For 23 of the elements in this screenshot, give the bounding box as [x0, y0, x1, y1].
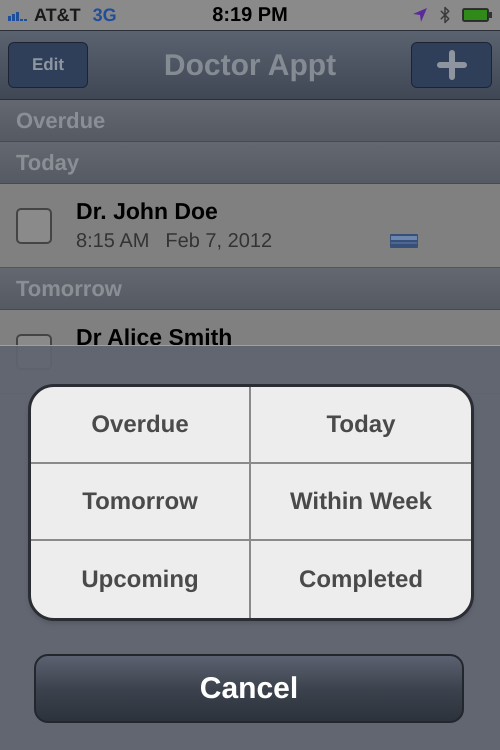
plus-icon — [436, 50, 466, 80]
edit-button[interactable]: Edit — [8, 42, 88, 88]
calendar-icon — [390, 234, 418, 248]
filter-option[interactable]: Tomorrow — [31, 464, 251, 541]
filter-option[interactable]: Overdue — [31, 387, 251, 464]
appointment-date: Feb 7, 2012 — [165, 231, 272, 251]
carrier-label: AT&T — [34, 4, 81, 26]
add-button[interactable] — [411, 42, 492, 88]
filter-option[interactable]: Within Week — [251, 464, 471, 541]
appointment-time: 8:15 AM — [76, 231, 150, 251]
filter-option[interactable]: Today — [251, 387, 471, 464]
battery-icon — [462, 8, 492, 22]
doctor-name: Dr Alice Smith — [76, 326, 232, 349]
clock-label: 8:19 PM — [212, 3, 288, 28]
filter-option[interactable]: Completed — [251, 541, 471, 618]
cancel-button[interactable]: Cancel — [34, 654, 464, 723]
location-arrow-icon — [412, 7, 428, 23]
filter-option[interactable]: Upcoming — [31, 541, 251, 618]
doctor-name: Dr. John Doe — [76, 200, 219, 223]
network-label: 3G — [92, 4, 117, 26]
checkbox[interactable] — [16, 208, 52, 244]
signal-icon — [8, 9, 30, 21]
screen-title: Doctor Appt — [164, 48, 336, 84]
